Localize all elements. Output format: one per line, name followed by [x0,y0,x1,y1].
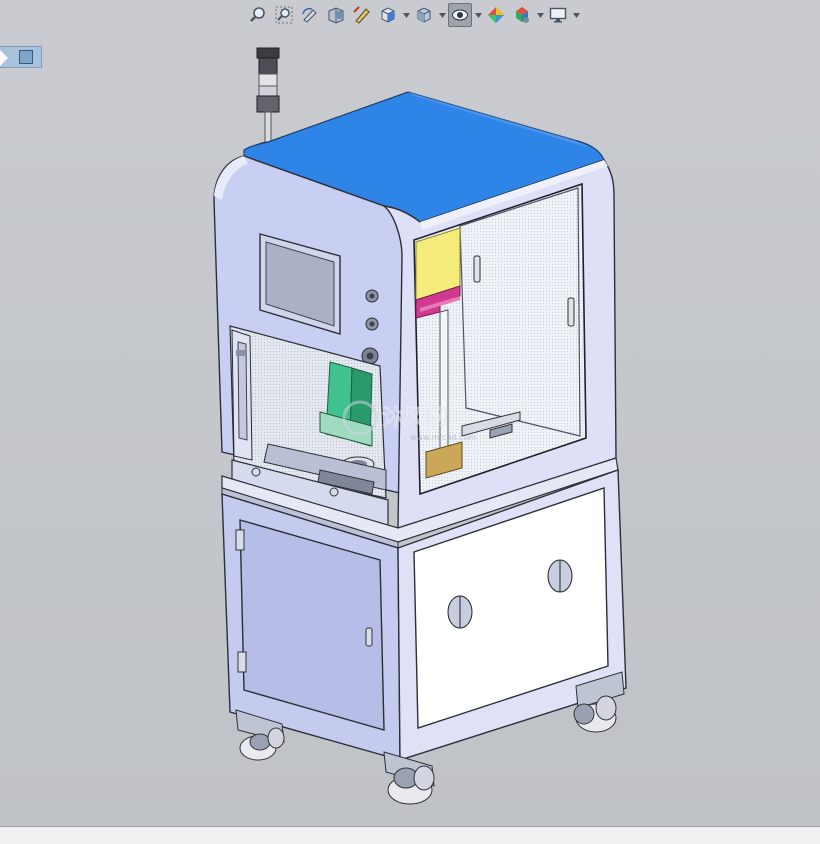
caster-front [383,751,435,805]
signal-tower-lamp [255,47,281,155]
watermark-text: 沐风网 [382,406,448,431]
status-bar [0,826,820,844]
cabinet-3d-model[interactable]: 沐风网 www.mfcad.com [0,0,820,826]
watermark-url: www.mfcad.com [410,433,476,442]
graphics-viewport[interactable]: 沐风网 www.mfcad.com [0,0,820,826]
